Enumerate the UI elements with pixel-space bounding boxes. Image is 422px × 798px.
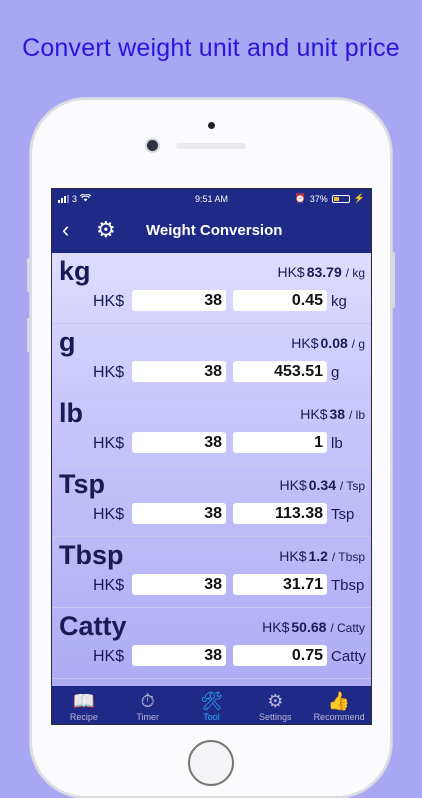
unit-price-per: / Tbsp bbox=[331, 550, 365, 564]
tab-timer[interactable]: ⏱ Timer bbox=[116, 691, 180, 724]
unit-price-info: HK$ 83.79 / kg bbox=[277, 264, 365, 280]
unit-price-per: / kg bbox=[345, 266, 365, 280]
unit-name: lb bbox=[59, 398, 83, 428]
unit-name: g bbox=[59, 327, 76, 357]
currency-label: HK$ bbox=[93, 648, 125, 665]
price-input[interactable]: 38 bbox=[132, 290, 226, 311]
unit-price-info: HK$ 1.2 / Tbsp bbox=[279, 548, 365, 564]
tab-settings[interactable]: ⚙ Settings bbox=[243, 691, 307, 724]
unit-suffix: kg bbox=[331, 293, 347, 310]
currency-label: HK$ bbox=[93, 435, 125, 452]
phone-side-button bbox=[392, 252, 395, 308]
tab-tool[interactable]: 🛠 Tool bbox=[180, 691, 244, 724]
currency-label: HK$ bbox=[262, 619, 290, 635]
chevron-left-icon[interactable]: ‹ bbox=[62, 219, 69, 241]
unit-price-value: 0.08 bbox=[320, 335, 348, 351]
proximity-sensor bbox=[208, 122, 215, 129]
unit-price-value: 38 bbox=[329, 406, 346, 422]
tab-label: Recipe bbox=[69, 712, 98, 722]
unit-price-per: / Tsp bbox=[339, 479, 365, 493]
unit-price-info: HK$ 38 / lb bbox=[300, 406, 365, 422]
tab-recommend[interactable]: 👍 Recommend bbox=[307, 691, 371, 724]
stopwatch-icon: ⏱ bbox=[140, 691, 155, 711]
unit-row-tbsp: Tbsp HK$ 1.2 / Tbsp HK$ 38 31.71 Tbsp bbox=[52, 537, 371, 608]
unit-suffix: Catty bbox=[331, 648, 367, 665]
unit-name: Tsp bbox=[59, 469, 105, 499]
amount-input[interactable]: 31.71 bbox=[233, 574, 327, 595]
battery-percent: 37% bbox=[309, 193, 328, 204]
tab-bar: 📖 Recipe ⏱ Timer 🛠 Tool ⚙ Settings 👍 Recomme… bbox=[52, 686, 371, 724]
unit-suffix: lb bbox=[331, 435, 343, 452]
amount-input[interactable]: 113.38 bbox=[233, 503, 327, 524]
earpiece-speaker bbox=[176, 143, 246, 149]
thumbs-up-icon: 👍 bbox=[327, 691, 351, 711]
currency-label: HK$ bbox=[93, 293, 125, 310]
unit-row-catty: Catty HK$ 50.68 / Catty HK$ 38 0.75 Catty bbox=[52, 608, 371, 679]
unit-row-g: g HK$ 0.08 / g HK$ 38 453.51 g bbox=[52, 324, 371, 395]
price-input[interactable]: 38 bbox=[132, 432, 226, 453]
alarm-icon: ⏰ bbox=[294, 193, 306, 203]
currency-label: HK$ bbox=[93, 577, 125, 594]
price-input[interactable]: 38 bbox=[132, 574, 226, 595]
charging-icon: ⚡ bbox=[353, 193, 365, 203]
amount-input[interactable]: 0.45 bbox=[233, 290, 327, 311]
unit-price-per: / g bbox=[351, 337, 365, 351]
currency-label: HK$ bbox=[279, 477, 307, 493]
amount-input[interactable]: 1 bbox=[233, 432, 327, 453]
promo-headline: Convert weight unit and unit price bbox=[22, 34, 400, 62]
phone-side-button bbox=[27, 258, 30, 292]
page-title: Weight Conversion bbox=[146, 222, 283, 239]
unit-price-info: HK$ 0.08 / g bbox=[291, 335, 365, 351]
unit-price-value: 50.68 bbox=[291, 619, 327, 635]
currency-label: HK$ bbox=[277, 264, 305, 280]
home-button[interactable] bbox=[188, 740, 234, 786]
tab-recipe[interactable]: 📖 Recipe bbox=[52, 691, 116, 724]
unit-list[interactable]: kg HK$ 83.79 / kg HK$ 38 0.45 kg g HK$ 0.08… bbox=[52, 253, 371, 688]
app-screen: 3 9:51 AM ⏰ 37% ⚡ ‹ ⚙ Weight Conversion … bbox=[51, 188, 372, 725]
phone-side-button bbox=[27, 318, 30, 352]
price-input[interactable]: 38 bbox=[132, 361, 226, 382]
status-bar: 3 9:51 AM ⏰ 37% ⚡ bbox=[52, 189, 371, 209]
unit-row-lb: lb HK$ 38 / lb HK$ 38 1 lb bbox=[52, 395, 371, 466]
currency-label: HK$ bbox=[300, 406, 328, 422]
currency-label: HK$ bbox=[279, 548, 307, 564]
price-input[interactable]: 38 bbox=[132, 503, 226, 524]
unit-name: Catty bbox=[59, 611, 127, 641]
unit-price-value: 0.34 bbox=[308, 477, 336, 493]
currency-label: HK$ bbox=[93, 364, 125, 381]
tab-label: Tool bbox=[203, 712, 220, 722]
unit-name: Tbsp bbox=[59, 540, 124, 570]
unit-suffix: Tbsp bbox=[331, 577, 365, 594]
tools-icon: 🛠 bbox=[200, 691, 223, 711]
price-input[interactable]: 38 bbox=[132, 645, 226, 666]
book-icon: 📖 bbox=[72, 691, 96, 711]
unit-price-info: HK$ 50.68 / Catty bbox=[262, 619, 365, 635]
navigation-bar: ‹ ⚙ Weight Conversion bbox=[52, 209, 371, 253]
unit-suffix: g bbox=[331, 364, 340, 381]
unit-price-per: / Catty bbox=[330, 621, 365, 635]
unit-suffix: Tsp bbox=[331, 506, 355, 523]
gear-icon: ⚙ bbox=[267, 691, 284, 711]
unit-price-value: 1.2 bbox=[308, 548, 328, 564]
unit-price-value: 83.79 bbox=[306, 264, 342, 280]
unit-name: kg bbox=[59, 256, 91, 286]
battery-icon bbox=[331, 194, 350, 203]
tab-label: Recommend bbox=[313, 712, 365, 722]
unit-row-tsp: Tsp HK$ 0.34 / Tsp HK$ 38 113.38 Tsp bbox=[52, 466, 371, 537]
unit-row-kg: kg HK$ 83.79 / kg HK$ 38 0.45 kg bbox=[52, 253, 371, 324]
amount-input[interactable]: 453.51 bbox=[233, 361, 327, 382]
tab-label: Settings bbox=[259, 712, 292, 722]
gear-icon[interactable]: ⚙ bbox=[96, 219, 116, 241]
front-camera bbox=[147, 140, 158, 151]
unit-price-info: HK$ 0.34 / Tsp bbox=[280, 477, 366, 493]
amount-input[interactable]: 0.75 bbox=[233, 645, 327, 666]
currency-label: HK$ bbox=[291, 335, 319, 351]
tab-label: Timer bbox=[136, 712, 160, 722]
currency-label: HK$ bbox=[93, 506, 125, 523]
unit-price-per: / lb bbox=[348, 408, 365, 422]
